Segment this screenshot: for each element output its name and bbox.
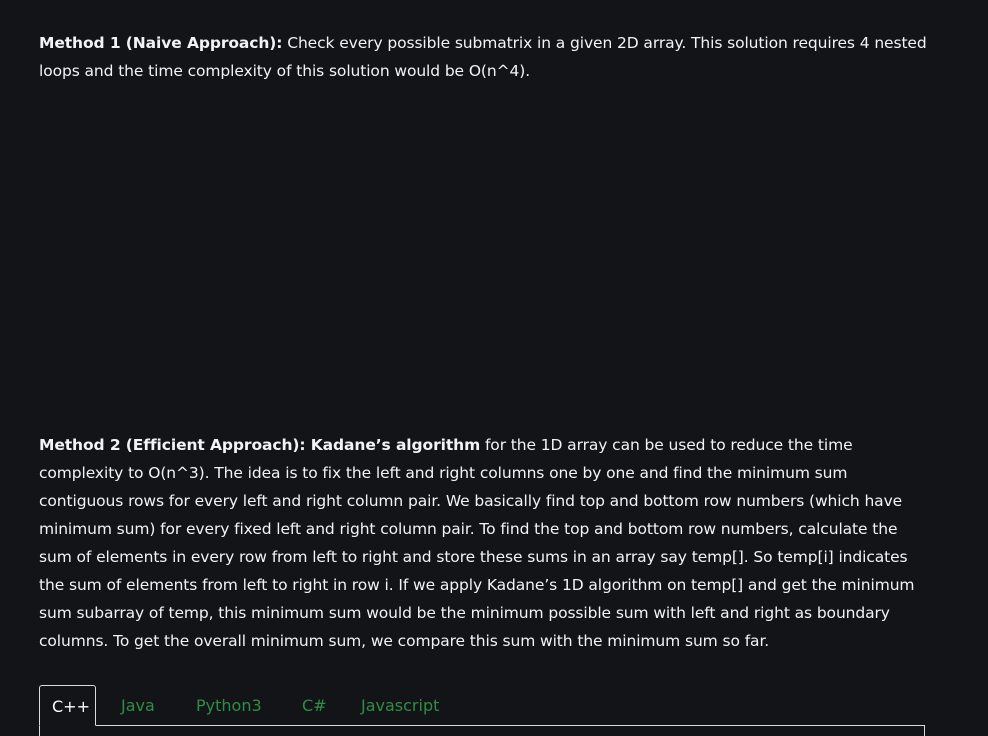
tab-csharp[interactable]: C# <box>302 685 327 726</box>
method-2-text: for the 1D array can be used to reduce t… <box>39 436 915 650</box>
tab-python3[interactable]: Python3 <box>196 685 262 726</box>
method-2-label: Method 2 (Efficient Approach): Kadane’s … <box>39 436 481 454</box>
method-2-paragraph: Method 2 (Efficient Approach): Kadane’s … <box>39 431 931 655</box>
code-panel-border <box>39 725 925 736</box>
ad-space <box>39 100 925 420</box>
tab-java[interactable]: Java <box>121 685 155 726</box>
method-1-label: Method 1 (Naive Approach): <box>39 34 283 52</box>
tab-cpp[interactable]: C++ <box>39 685 96 726</box>
code-language-tabs: C++ Java Python3 C# Javascript <box>39 685 925 736</box>
article-content: Method 1 (Naive Approach): Check every p… <box>0 0 988 736</box>
method-1-paragraph: Method 1 (Naive Approach): Check every p… <box>39 29 931 85</box>
tab-javascript[interactable]: Javascript <box>361 685 439 726</box>
